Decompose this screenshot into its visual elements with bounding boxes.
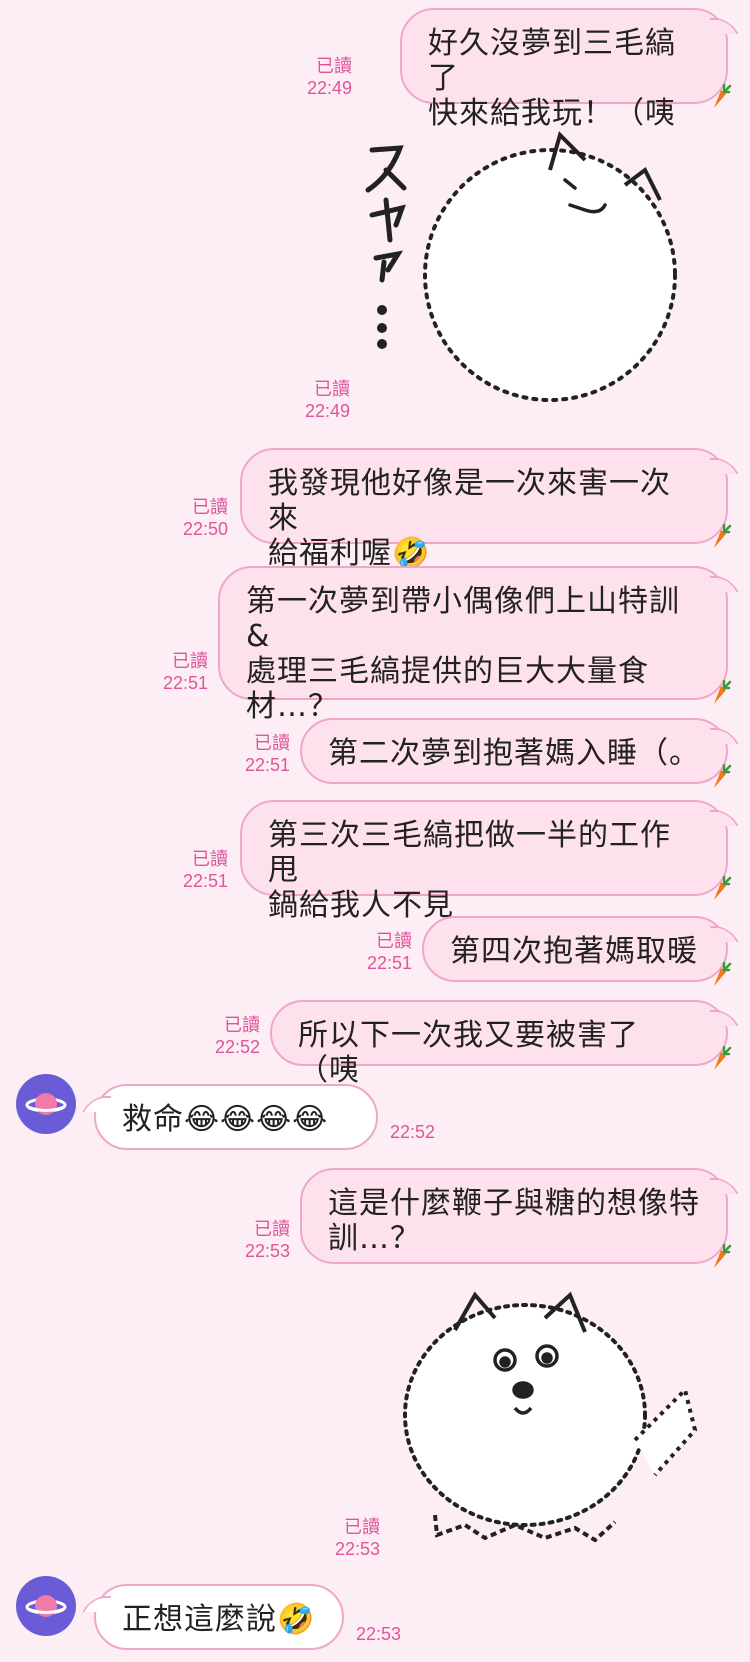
read-receipt: 已讀 — [254, 733, 290, 753]
carrot-icon — [714, 764, 732, 788]
message-line: 快來給我玩！（咦 — [428, 96, 676, 131]
read-receipt: 已讀 — [344, 1517, 380, 1537]
message-meta: 已讀 22:51 — [183, 848, 228, 892]
contact-avatar[interactable] — [16, 1576, 76, 1636]
message-meta: 已讀 22:51 — [367, 930, 412, 974]
fluffy-dog-body — [423, 148, 677, 402]
sent-message-bubble[interactable]: 這是什麼鞭子與糖的想像特 訓…？ — [300, 1168, 732, 1268]
message-text: 救命😂😂😂😂 — [122, 1102, 329, 1137]
message-time: 22:53 — [244, 1241, 290, 1261]
carrot-icon — [714, 1046, 732, 1070]
message-time: 22:49 — [306, 78, 352, 98]
message-meta: 已讀 22:51 — [163, 650, 208, 694]
message-time: 22:53 — [334, 1539, 380, 1559]
sent-message-bubble[interactable]: 第四次抱著媽取暖 — [422, 916, 732, 986]
sent-message-bubble[interactable]: 我發現他好像是一次來害一次來 給福利喔🤣 — [240, 448, 732, 571]
surprised-dog-sticker[interactable] — [395, 1290, 715, 1560]
message-meta: 已讀 22:53 — [245, 1218, 290, 1262]
carrot-icon — [714, 876, 732, 900]
message-meta: 已讀 22:51 — [245, 732, 290, 776]
message-line: 第二次夢到抱著媽入睡（。 — [328, 736, 700, 771]
message-line: 處理三毛縞提供的巨大大量食 — [246, 654, 649, 689]
message-line: 第三次三毛縞把做一半的工作甩 — [268, 818, 671, 888]
message-time: 22:51 — [366, 953, 412, 973]
message-time: 22:50 — [182, 519, 228, 539]
sent-message-bubble[interactable]: 第二次夢到抱著媽入睡（。 — [300, 718, 732, 788]
message-line: 這是什麼鞭子與糖的想像特 — [328, 1186, 700, 1221]
sent-message-bubble[interactable]: 好久沒夢到三毛縞了 快來給我玩！（咦 — [400, 8, 732, 131]
message-meta: 已讀 22:52 — [215, 1014, 260, 1058]
message-meta: 已讀 22:53 — [335, 1516, 380, 1560]
received-message-bubble[interactable]: 正想這麼說🤣 — [94, 1584, 344, 1650]
message-meta: 已讀 22:50 — [183, 496, 228, 540]
read-receipt: 已讀 — [254, 1219, 290, 1239]
read-receipt: 已讀 — [314, 379, 350, 399]
received-message-bubble[interactable]: 救命😂😂😂😂 — [94, 1084, 378, 1150]
sticker-text-suyaa — [365, 145, 407, 349]
read-receipt: 已讀 — [192, 849, 228, 869]
sent-message-bubble[interactable]: 所以下一次我又要被害了（咦 — [270, 1000, 732, 1088]
carrot-icon — [714, 680, 732, 704]
message-time: 22:49 — [304, 401, 350, 421]
sent-message-bubble[interactable]: 第三次三毛縞把做一半的工作甩 鍋給我人不見 — [240, 800, 732, 923]
planet-icon — [25, 1595, 67, 1617]
message-line: 第四次抱著媽取暖 — [450, 934, 698, 969]
message-time: 22:51 — [162, 673, 208, 693]
message-time: 22:52 — [390, 1122, 436, 1142]
read-receipt: 已讀 — [376, 931, 412, 951]
read-receipt: 已讀 — [316, 56, 352, 76]
read-receipt: 已讀 — [224, 1015, 260, 1035]
contact-avatar[interactable] — [16, 1074, 76, 1134]
message-line: 好久沒夢到三毛縞了 — [428, 26, 676, 96]
carrot-icon — [714, 524, 732, 548]
read-receipt: 已讀 — [192, 497, 228, 517]
message-line: 訓…？ — [328, 1221, 421, 1256]
message-time: 22:53 — [356, 1624, 402, 1644]
message-meta: 已讀 22:49 — [307, 55, 352, 99]
message-text: 正想這麼說🤣 — [122, 1602, 316, 1637]
message-line: 我發現他好像是一次來害一次來 — [268, 466, 671, 536]
message-line: 所以下一次我又要被害了（咦 — [298, 1018, 639, 1088]
carrot-icon — [714, 84, 732, 108]
message-time: 22:51 — [244, 755, 290, 775]
message-time: 22:52 — [214, 1037, 260, 1057]
carrot-icon — [714, 962, 732, 986]
read-receipt: 已讀 — [172, 651, 208, 671]
sleeping-dog-sticker[interactable] — [360, 130, 720, 420]
carrot-icon — [714, 1244, 732, 1268]
message-line: 第一次夢到帶小偶像們上山特訓& — [246, 584, 680, 654]
message-time: 22:51 — [182, 871, 228, 891]
fluffy-dog-body — [403, 1303, 647, 1527]
sent-message-bubble[interactable]: 第一次夢到帶小偶像們上山特訓& 處理三毛縞提供的巨大大量食 材…？ — [218, 566, 732, 724]
planet-icon — [25, 1093, 67, 1115]
message-meta: 已讀 22:49 — [305, 378, 350, 422]
